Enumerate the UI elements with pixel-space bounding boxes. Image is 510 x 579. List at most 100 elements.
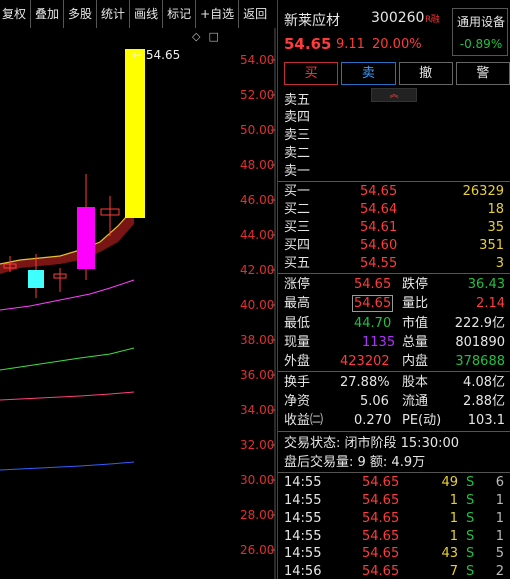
bid-label: 买一 [284,184,311,199]
ma-line-green [0,347,135,371]
stat-eps-value: 0.270 [354,413,392,428]
stock-name: 新莱应材 [284,13,340,29]
quote-panel: 新莱应材 300260 R融 通用设备 -0.89% 54.65 9.11 20… [277,0,510,579]
stat-float: 流通 [402,394,429,409]
tick-count: 1 [495,529,504,544]
stat-current-volume-value: 1135 [362,335,396,350]
toolbar-restore-rights[interactable]: 复权 [0,0,32,28]
ma-line-pink [0,391,135,401]
last-price: 54.65 [284,35,332,53]
bid-row[interactable]: 买五 54.55 3 [284,255,504,273]
stat-float-value: 2.88亿 [463,394,505,409]
alert-button[interactable]: 警 [455,62,510,85]
tick-time: 14:55 [284,493,322,508]
divider [278,472,510,473]
tick-side: S [466,529,475,544]
price-axis-label: 46.00 [240,193,274,207]
toolbar-multi-stock[interactable]: 多股 [64,0,98,28]
diamond-icon[interactable]: ◇ [192,30,200,43]
stat-low: 最低 [284,316,311,331]
tick-volume: 43 [441,546,458,561]
bid-label: 买四 [284,238,311,253]
stat-inner: 内盘 [402,354,429,369]
candlestick-chart[interactable]: 54.00 52.00 50.00 48.00 46.00 44.00 42.00 40.00… [0,28,276,579]
cancel-order-button[interactable]: 撤 [398,62,453,85]
price-axis-label: 50.00 [240,123,274,137]
stat-volume-ratio: 量比 [402,296,429,311]
price-axis-label: 44.00 [240,228,274,242]
tick-row: 14:55 54.65 49 S 6 [284,474,506,492]
tick-price: 54.65 [362,493,400,508]
tick-row: 14:55 54.65 1 S 1 [284,510,506,528]
tick-side: S [466,493,475,508]
bid-price: 54.64 [360,202,398,217]
bid-row[interactable]: 买一 54.65 26329 [284,183,504,201]
ask-label: 卖四 [284,110,311,125]
tick-time: 14:55 [284,546,322,561]
sector-change: -0.89% [459,37,503,51]
price-axis-label: 26.00 [240,543,274,557]
tick-row: 14:55 54.65 43 S 5 [284,545,506,563]
toolbar-overlay[interactable]: 叠加 [31,0,65,28]
tick-count: 1 [495,511,504,526]
price-axis-label: 32.00 [240,438,274,452]
toolbar-draw-line[interactable]: 画线 [130,0,164,28]
toolbar-add-watchlist[interactable]: +自选 [196,0,240,28]
bid-row[interactable]: 买三 54.61 35 [284,219,504,237]
stock-code: 300260 [371,10,425,26]
tick-count: 5 [495,546,504,561]
bid-price: 54.61 [360,220,398,235]
bid-row[interactable]: 买二 54.64 18 [284,201,504,219]
candle-body-limit-up [125,49,145,218]
chart-toolbar: 复权 叠加 多股 统计 画线 标记 +自选 返回 [0,0,276,28]
after-hours-volume: 盘后交易量: 9 额: 4.9万 [284,455,426,470]
ask-label: 卖三 [284,128,311,143]
stat-market-cap: 市值 [402,316,429,331]
stat-low-value: 44.70 [354,316,392,331]
stat-limit-down-value: 36.43 [467,277,505,292]
bid-volume: 35 [487,220,504,235]
ask-row: 卖一 [284,163,510,181]
price-axis-label: 34.00 [240,403,274,417]
stat-high-value: 54.65 [352,295,394,312]
ask-row: 卖五 [284,92,510,110]
stat-pe: PE(动) [402,413,442,428]
tick-row: 14:55 54.65 1 S 1 [284,528,506,546]
ask-label: 卖一 [284,164,311,179]
toolbar-back[interactable]: 返回 [239,0,271,28]
tick-time: 14:55 [284,511,322,526]
ask-row: 卖四 [284,109,510,127]
toolbar-mark[interactable]: 标记 [163,0,197,28]
candle-body [28,270,44,288]
ask-label: 卖二 [284,146,311,161]
square-icon[interactable]: □ [208,30,218,43]
stat-current-volume: 现量 [284,335,311,350]
price-axis-label: 40.00 [240,298,274,312]
tick-time: 14:55 [284,529,322,544]
stat-nav-value: 5.06 [360,394,389,409]
margin-tag: R融 [425,15,440,25]
tick-volume: 1 [449,511,458,526]
tick-time: 14:56 [284,564,322,579]
bid-row[interactable]: 买四 54.60 351 [284,237,504,255]
sell-button[interactable]: 卖 [341,62,396,85]
tick-volume: 1 [449,529,458,544]
high-price-callout: ← 54.65 [132,48,181,62]
tick-side: S [466,511,475,526]
buy-button[interactable]: 买 [284,62,339,85]
tick-volume: 1 [449,493,458,508]
tick-count: 2 [495,564,504,579]
toolbar-statistics[interactable]: 统计 [97,0,131,28]
bid-price: 54.65 [360,184,398,199]
tick-price: 54.65 [362,546,400,561]
bid-volume: 18 [487,202,504,217]
stat-total-volume: 总量 [402,335,429,350]
stat-outer: 外盘 [284,354,311,369]
sector-box[interactable]: 通用设备 -0.89% [452,8,508,56]
tick-volume: 7 [449,564,458,579]
tick-count: 6 [495,475,504,490]
tick-price: 54.65 [362,511,400,526]
tick-price: 54.65 [362,564,400,579]
chart-canvas: 54.00 52.00 50.00 48.00 46.00 44.00 42.00 40.00… [0,28,276,579]
tick-side: S [466,546,475,561]
